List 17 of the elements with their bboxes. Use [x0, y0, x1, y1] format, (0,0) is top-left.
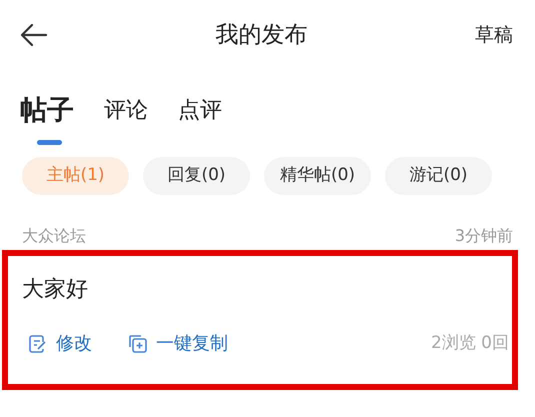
filter-chip[interactable]: 回复(0) [143, 157, 250, 195]
filter-chip[interactable]: 游记(0) [385, 157, 492, 195]
post-time: 3分钟前 [454, 225, 513, 247]
post-stats: 2浏览 0回 [430, 332, 509, 355]
tab[interactable]: 评论 [104, 96, 148, 134]
post-title: 大家好 [22, 276, 89, 304]
edit-icon [28, 334, 48, 354]
back-icon[interactable] [20, 23, 48, 47]
forum-name: 大众论坛 [22, 225, 86, 247]
filter-chip[interactable]: 精华帖(0) [264, 157, 371, 195]
copy-icon [128, 334, 148, 354]
tab[interactable]: 点评 [178, 96, 222, 134]
page-title: 我的发布 [216, 20, 308, 50]
copy-button[interactable]: 一键复制 [128, 330, 228, 357]
tab[interactable]: 帖子 [20, 94, 74, 146]
drafts-button[interactable]: 草稿 [475, 20, 513, 50]
edit-button[interactable]: 修改 [28, 330, 92, 357]
